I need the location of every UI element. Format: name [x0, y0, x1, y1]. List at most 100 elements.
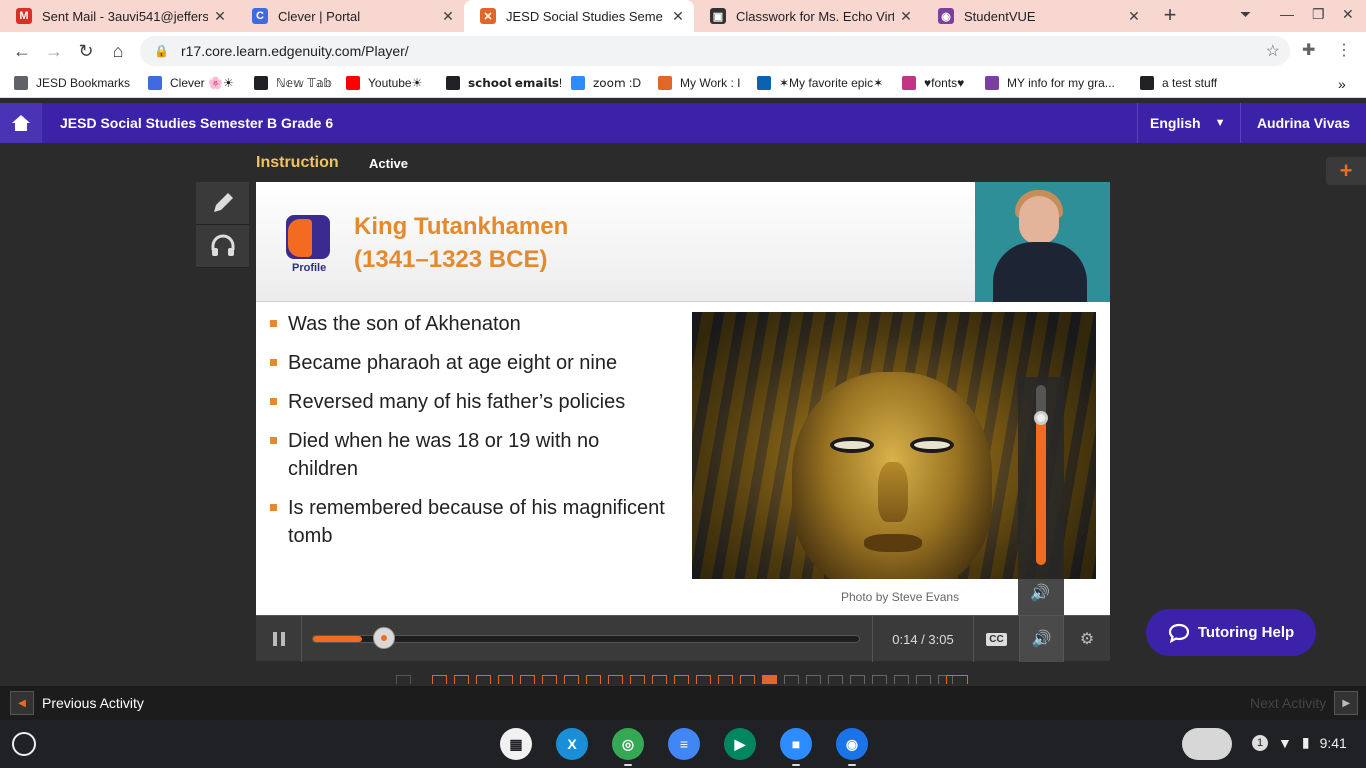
seek-bar[interactable] [312, 627, 860, 649]
tab[interactable]: M Sent Mail - 3auvi541@jeffersc ✕ [0, 0, 236, 32]
bookmark-item[interactable]: My Work : I [658, 76, 740, 90]
tutoring-help-button[interactable]: Tutoring Help [1146, 609, 1316, 656]
course-header: JESD Social Studies Semester B Grade 6 E… [0, 103, 1366, 143]
bookmark-item[interactable]: JESD Bookmarks [14, 76, 130, 90]
x-app-icon[interactable]: X [556, 728, 588, 760]
bookmark-star-icon[interactable]: ☆ [1266, 41, 1280, 61]
zoom-app-icon[interactable]: ■ [780, 728, 812, 760]
back-button[interactable]: ← [10, 39, 34, 63]
page-box[interactable] [476, 675, 491, 684]
bookmark-item[interactable]: ♥fonts♥ [902, 76, 964, 90]
page-box[interactable] [498, 675, 513, 684]
page-box[interactable] [586, 675, 601, 684]
speaker-icon[interactable]: 🔊 [1030, 583, 1050, 603]
tab[interactable]: ▣ Classwork for Ms. Echo Virtual✕ [694, 0, 922, 32]
close-tab-icon[interactable]: ✕ [894, 8, 918, 25]
page-box[interactable] [674, 675, 689, 684]
previous-activity-button[interactable]: ◀ Previous Activity [10, 691, 144, 715]
lock-icon: 🔒 [154, 44, 169, 58]
page-box[interactable] [872, 675, 887, 684]
bookmark-item[interactable]: Clever 🌸☀ [148, 76, 234, 90]
zoom-icon [571, 76, 585, 90]
next-activity-button[interactable]: Next Activity ▶ [1250, 691, 1359, 715]
classroom-app-icon[interactable]: ▦ [500, 728, 532, 760]
page-box[interactable] [696, 675, 711, 684]
holding-space-thumbnail[interactable] [1182, 728, 1232, 760]
play-store-app-icon[interactable]: ▶ [724, 728, 756, 760]
bullet-item: Was the son of Akhenaton [270, 310, 670, 338]
tab[interactable]: ✕ JESD Social Studies Seme ✕ [464, 0, 694, 32]
close-window-button[interactable]: ✕ [1342, 6, 1354, 23]
close-tab-icon[interactable]: ✕ [666, 8, 690, 25]
restore-button[interactable]: ❐ [1312, 6, 1325, 23]
bookmark-item[interactable]: 𝗓𝗈𝗈𝗆 :D [571, 76, 641, 90]
launcher-button[interactable] [12, 732, 36, 756]
page-box[interactable] [608, 675, 623, 684]
bookmark-label: My Work : I [680, 76, 741, 90]
os-shelf: ▦ X ◎ ≡ ▶ ■ ◉ 1 ▼ ▮ 9:41 [0, 720, 1366, 768]
docs-app-icon[interactable]: ≡ [668, 728, 700, 760]
settings-gear-icon[interactable]: ⚙ [1064, 616, 1110, 662]
page-box[interactable] [542, 675, 557, 684]
new-tab-button[interactable]: + [1158, 4, 1182, 28]
language-select[interactable]: English ▼ [1137, 103, 1239, 143]
section-label: Instruction [256, 154, 339, 171]
more-bookmarks-icon[interactable]: » [1338, 76, 1346, 92]
page-box[interactable] [828, 675, 843, 684]
page-box[interactable] [718, 675, 733, 684]
bookmark-item[interactable]: ℕ𝕖𝕨 𝕋𝕒𝕓 [254, 76, 332, 90]
bookmark-item[interactable]: MY info for my gra... [985, 76, 1115, 90]
page-prev-icon[interactable] [396, 675, 411, 684]
status-label: Active [369, 156, 409, 171]
close-tab-icon[interactable]: ✕ [208, 8, 232, 25]
chrome-app-icon[interactable]: ◎ [612, 728, 644, 760]
reload-button[interactable]: ↻ [74, 39, 98, 63]
headphones-icon[interactable] [196, 225, 249, 268]
close-tab-icon[interactable]: ✕ [436, 8, 460, 25]
camera-app-icon[interactable]: ◉ [836, 728, 868, 760]
page-box[interactable] [762, 675, 777, 684]
cc-button[interactable]: CC [974, 616, 1020, 662]
status-area[interactable]: 1 ▼ ▮ 9:41 [1252, 734, 1347, 751]
volume-knob[interactable] [1034, 411, 1048, 425]
home-icon[interactable] [0, 103, 42, 143]
bookmark-item[interactable]: 𝘀𝗰𝗵𝗼𝗼𝗹 𝗲𝗺𝗮𝗶𝗹𝘀! [446, 76, 562, 90]
page-box[interactable] [652, 675, 667, 684]
volume-slider[interactable]: 🔊 [1018, 377, 1064, 615]
page-box[interactable] [784, 675, 799, 684]
tab-search-icon[interactable]: ⏷ [1240, 6, 1251, 23]
extensions-icon[interactable]: ✚ [1302, 40, 1315, 60]
menu-icon[interactable]: ⋮ [1336, 40, 1352, 60]
page-box[interactable] [432, 675, 447, 684]
plus-icon[interactable]: + [1326, 157, 1366, 185]
close-tab-icon[interactable]: ✕ [1122, 8, 1146, 25]
home-button[interactable]: ⌂ [106, 39, 130, 63]
volume-button[interactable]: 🔊 [1020, 616, 1064, 662]
clever-icon: C [252, 8, 268, 24]
page-next-icon[interactable] [946, 675, 968, 684]
page-box[interactable] [916, 675, 931, 684]
bookmark-item[interactable]: Youtube☀ [346, 76, 422, 90]
page-box[interactable] [740, 675, 755, 684]
minimize-button[interactable]: — [1280, 6, 1294, 22]
pencil-icon[interactable] [196, 182, 249, 225]
seek-knob[interactable] [373, 627, 395, 649]
pause-button[interactable] [256, 616, 302, 662]
page-box[interactable] [564, 675, 579, 684]
forward-button[interactable]: → [42, 39, 66, 63]
page-box[interactable] [520, 675, 535, 684]
bookmark-item[interactable]: a test stuff [1140, 76, 1217, 90]
bullet-list: Was the son of Akhenaton Became pharaoh a… [270, 310, 670, 561]
page-box[interactable] [630, 675, 645, 684]
page-box[interactable] [850, 675, 865, 684]
classroom-icon: ▣ [710, 8, 726, 24]
page-box[interactable] [454, 675, 469, 684]
tab[interactable]: C Clever | Portal ✕ [236, 0, 464, 32]
address-bar[interactable]: 🔒 r17.core.learn.edgenuity.com/Player/ ☆ [140, 36, 1290, 66]
tab[interactable]: ◉ StudentVUE ✕ [922, 0, 1150, 32]
page-box[interactable] [806, 675, 821, 684]
epic-icon [757, 76, 771, 90]
page-box[interactable] [894, 675, 909, 684]
user-name[interactable]: Audrina Vivas [1240, 103, 1366, 143]
bookmark-item[interactable]: ✶My favorite epic✶ [757, 76, 883, 90]
